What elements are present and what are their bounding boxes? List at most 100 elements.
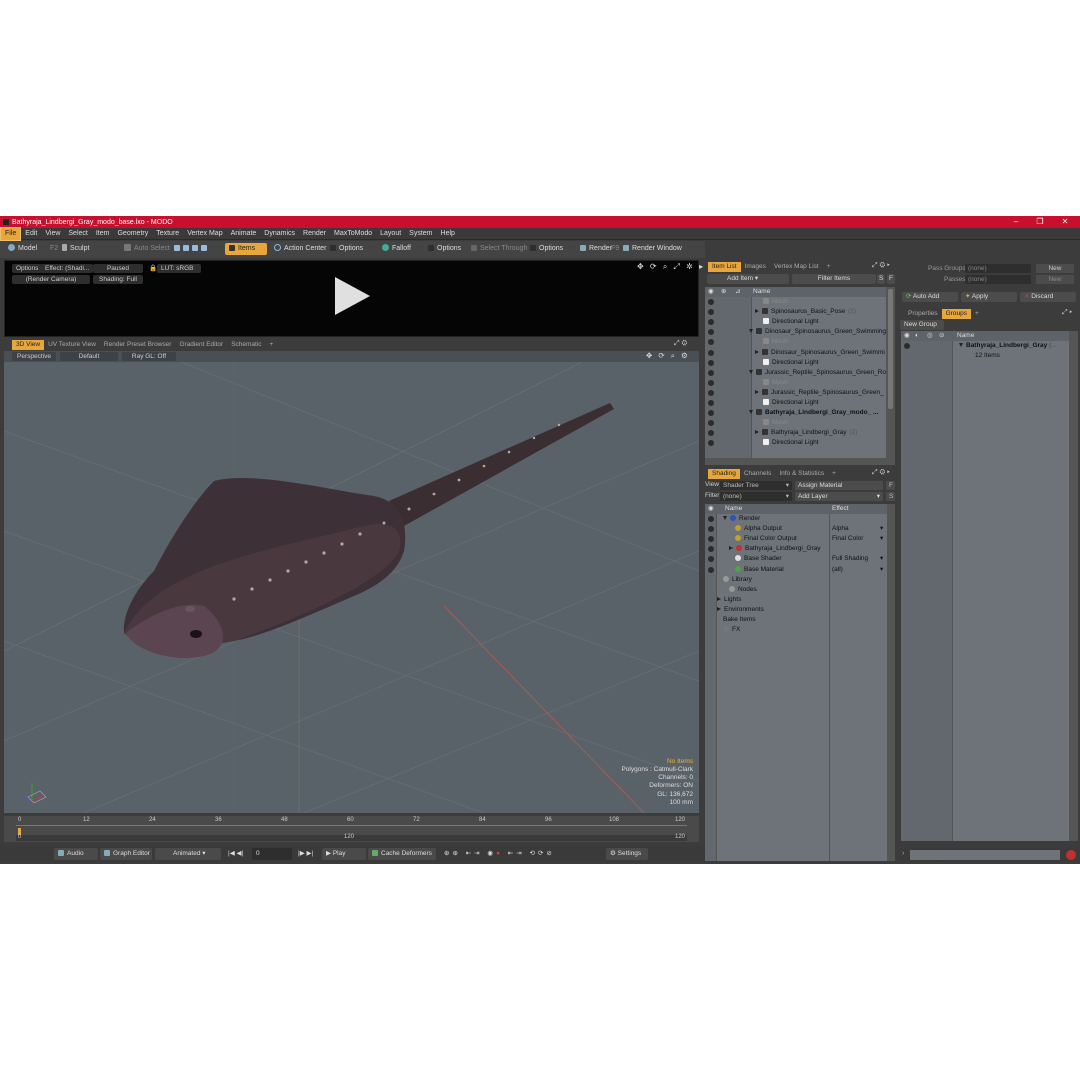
3d-viewport[interactable]: Perspective Default Ray GL: Off ✥ ⟳ ⌕ ⚙ …	[4, 351, 699, 813]
lut-dropdown[interactable]: LUT: sRGB	[157, 264, 201, 273]
tab-shading[interactable]: Shading	[708, 469, 740, 479]
new-group-button[interactable]: New Group	[900, 320, 944, 330]
item-list-scrollbar[interactable]	[886, 287, 895, 465]
item-list-row[interactable]: Directional Light	[705, 317, 886, 327]
tab-vertex-map-list[interactable]: Vertex Map List	[770, 262, 823, 272]
panel-options-icon[interactable]: ⤢ ▸	[1062, 309, 1072, 317]
chevron-down-icon[interactable]: ▾	[880, 565, 883, 575]
add-tab-button[interactable]: +	[266, 340, 278, 350]
item-list-row[interactable]: Mesh	[705, 378, 886, 388]
menu-texture[interactable]: Texture	[152, 228, 183, 240]
item-list-row[interactable]: Spinosaurus_Basic_Pose (2)	[705, 307, 886, 317]
menu-select[interactable]: Select	[64, 228, 91, 240]
shader-tree[interactable]: ◉ Name Effect Render Alpha Output Alpha ▾ Fi…	[705, 504, 887, 861]
menu-maxtomodo[interactable]: MaxToModo	[330, 228, 376, 240]
auto-select-button[interactable]: Auto Select	[120, 243, 174, 255]
chevron-right-icon[interactable]	[717, 606, 721, 611]
eye-icon[interactable]	[708, 359, 714, 366]
item-list-row[interactable]: Mesh	[705, 337, 886, 347]
frame-input[interactable]: 0	[252, 848, 292, 860]
item-list-row[interactable]: Mesh	[705, 297, 886, 307]
shader-row[interactable]: Bake Items	[705, 615, 887, 625]
item-list-row[interactable]: Jurassic_Reptile_Spinosaurus_Green_ ...	[705, 388, 886, 398]
eye-icon[interactable]	[708, 329, 714, 336]
eye-icon[interactable]	[708, 339, 714, 346]
tab-render-preset-browser[interactable]: Render Preset Browser	[100, 340, 176, 350]
menu-vertex-map[interactable]: Vertex Map	[183, 228, 226, 240]
action-center-options[interactable]: Options	[326, 243, 367, 255]
chevron-right-icon[interactable]	[755, 430, 759, 435]
timeline[interactable]: 0 12 24 36 48 60 72 84 96 108 120 0 120 …	[4, 816, 699, 842]
eye-icon[interactable]	[708, 526, 714, 533]
falloff-options[interactable]: Options	[424, 243, 465, 255]
eye-icon[interactable]	[708, 566, 714, 573]
chevron-right-icon[interactable]	[717, 596, 721, 601]
minimize-button[interactable]: –	[1004, 216, 1028, 228]
chevron-down-icon[interactable]: ▾	[880, 554, 883, 564]
item-list-row[interactable]: Directional Light	[705, 358, 886, 368]
tab-3d-view[interactable]: 3D View	[12, 340, 45, 350]
eye-icon[interactable]	[904, 343, 910, 350]
shader-tree-scrollbar[interactable]	[887, 504, 895, 861]
eye-icon[interactable]	[708, 410, 714, 417]
f-button[interactable]: F	[886, 481, 895, 490]
add-tab-button[interactable]: +	[828, 469, 840, 479]
chevron-down-icon[interactable]	[723, 516, 727, 521]
effect-dropdown[interactable]: Full Shading	[832, 554, 868, 564]
tab-channels[interactable]: Channels	[740, 469, 775, 479]
s-button[interactable]: S	[877, 274, 885, 284]
s-button[interactable]: S	[886, 492, 895, 501]
action-center-button[interactable]: Action Center	[270, 243, 330, 255]
groups-list[interactable]: ◉ ◐ ◎ ⊝ Name Bathyraja_Lindbergi_Gray (.…	[901, 331, 1069, 841]
chevron-down-icon[interactable]: ▾	[880, 524, 883, 534]
filter-items-button[interactable]: Filter Items	[792, 274, 876, 284]
chevron-right-icon[interactable]	[755, 309, 759, 314]
item-list-row[interactable]: Dinosaur_Spinosaurus_Green_Swimming ...	[705, 327, 886, 337]
polygons-mode-icon[interactable]	[192, 245, 198, 251]
command-input[interactable]	[910, 850, 1060, 860]
menu-edit[interactable]: Edit	[21, 228, 41, 240]
eye-icon[interactable]	[708, 536, 714, 543]
shader-row[interactable]: Render	[705, 514, 887, 524]
passes-dropdown[interactable]: (none)	[965, 275, 1031, 284]
items-mode-button[interactable]: Items	[225, 243, 267, 255]
menu-help[interactable]: Help	[437, 228, 459, 240]
add-tab-button[interactable]: +	[971, 309, 983, 319]
tab-info-statistics[interactable]: Info & Statistics	[775, 469, 828, 479]
new-pass-group-button[interactable]: New	[1036, 264, 1074, 273]
chevron-right-icon[interactable]	[729, 546, 733, 551]
add-tab-button[interactable]: +	[823, 262, 835, 272]
item-list-row[interactable]: Mesh	[705, 418, 886, 428]
eye-icon[interactable]	[708, 516, 714, 523]
chevron-down-icon[interactable]: ▾	[880, 534, 883, 544]
tab-properties[interactable]: Properties	[904, 309, 942, 319]
group-row[interactable]: Bathyraja_Lindbergi_Gray (...	[901, 341, 1069, 351]
menu-layout[interactable]: Layout	[376, 228, 405, 240]
tab-uv-texture-view[interactable]: UV Texture View	[44, 340, 100, 350]
model-button[interactable]: Model	[4, 243, 41, 255]
play-button[interactable]: ▶ Play	[322, 848, 366, 860]
tab-item-list[interactable]: Item List	[708, 262, 741, 272]
settings-button[interactable]: ⚙ Settings	[606, 848, 648, 860]
shader-row[interactable]: Final Color Output Final Color ▾	[705, 534, 887, 544]
close-button[interactable]: ✕	[1053, 216, 1077, 228]
selection-mode-icons[interactable]	[170, 243, 222, 255]
tab-groups[interactable]: Groups	[941, 309, 971, 319]
eye-icon[interactable]	[708, 420, 714, 427]
panel-options-icon[interactable]: ⤢ ⚙ ▸	[872, 469, 890, 477]
transport-next-icons[interactable]: |▶ ▶|	[294, 848, 317, 860]
chevron-down-icon[interactable]	[749, 369, 753, 374]
eye-icon[interactable]	[708, 319, 714, 326]
play-icon[interactable]	[335, 277, 370, 315]
select-options[interactable]: Options	[526, 243, 567, 255]
menu-system[interactable]: System	[405, 228, 436, 240]
eye-icon[interactable]	[708, 349, 714, 356]
effect-dropdown[interactable]: Alpha	[832, 524, 849, 534]
vertices-mode-icon[interactable]	[174, 245, 180, 251]
materials-mode-icon[interactable]	[201, 245, 207, 251]
menu-dynamics[interactable]: Dynamics	[260, 228, 299, 240]
filter-dropdown[interactable]: (none) ▾	[720, 492, 792, 501]
item-list-row[interactable]: Directional Light	[705, 438, 886, 448]
command-history-icon[interactable]	[1066, 850, 1076, 860]
shader-row[interactable]: Nodes	[705, 585, 887, 595]
